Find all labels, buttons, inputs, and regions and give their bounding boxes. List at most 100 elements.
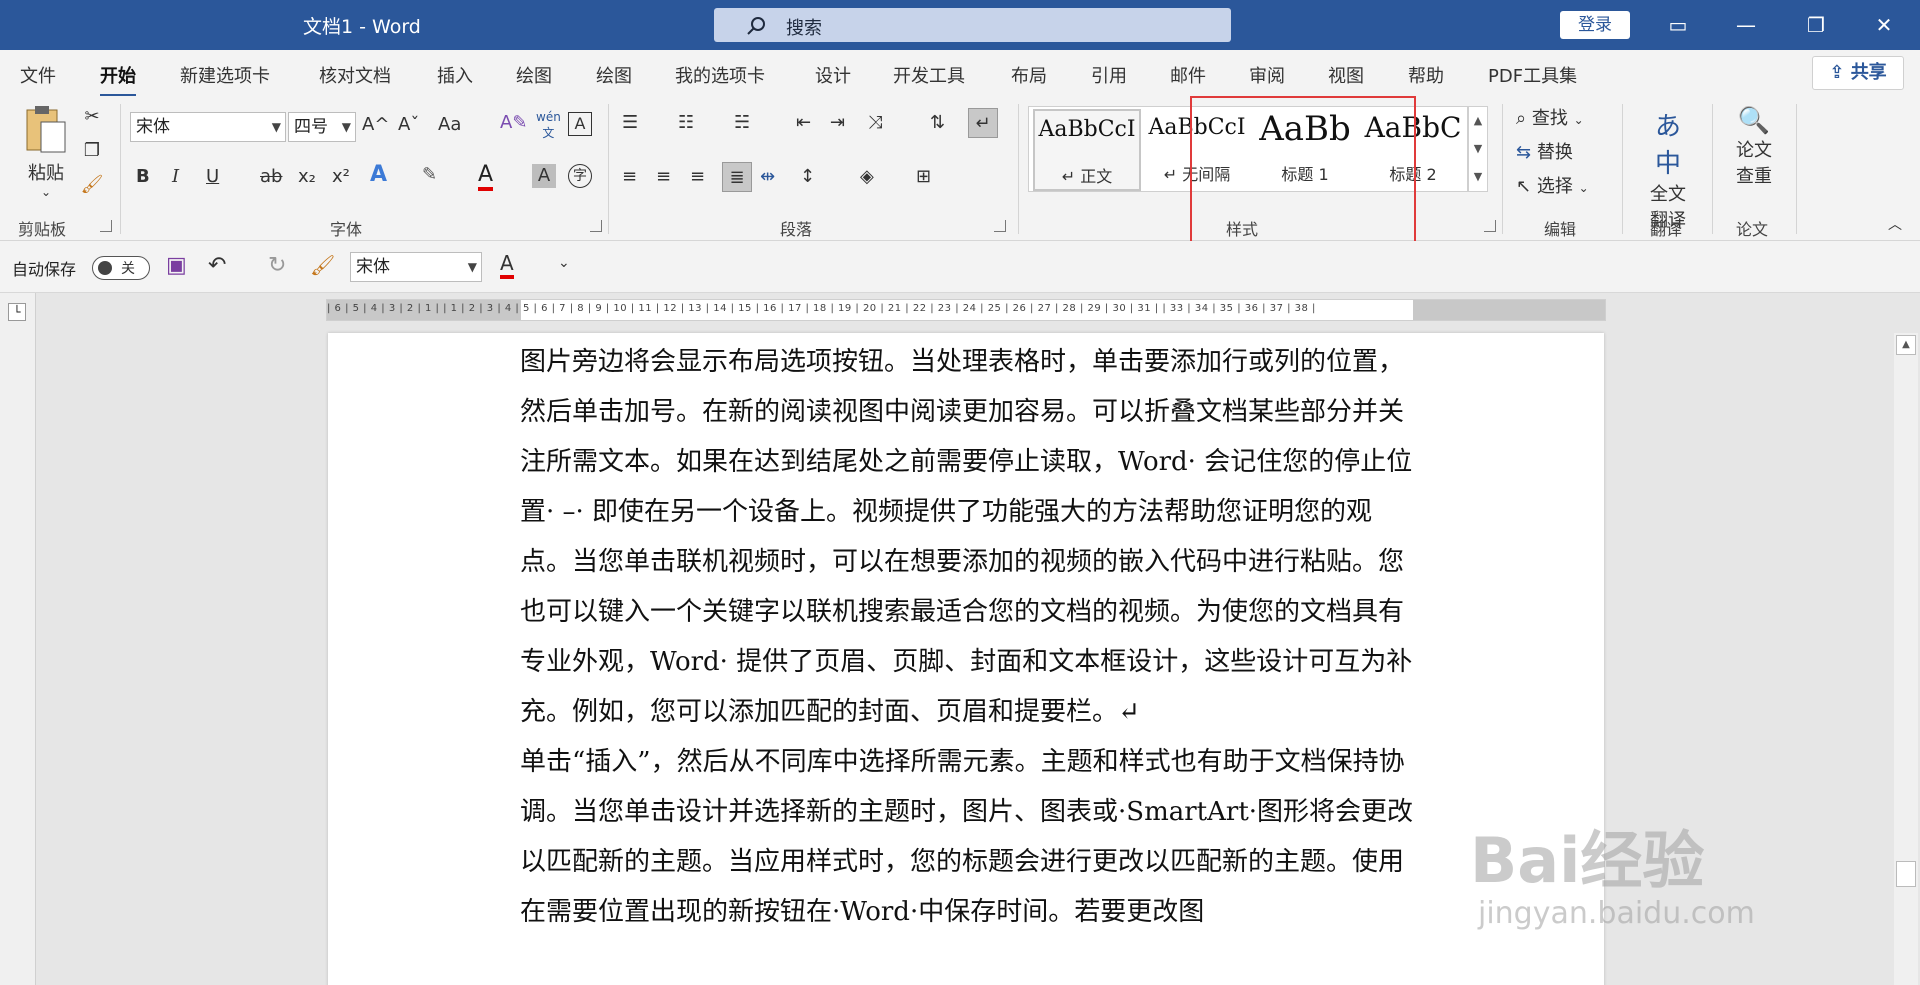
tab-developer[interactable]: 开发工具 bbox=[893, 62, 965, 88]
tab-home[interactable]: 开始 bbox=[100, 62, 136, 97]
shading-icon[interactable]: ◈ bbox=[860, 166, 874, 187]
font-color-icon[interactable]: A bbox=[500, 251, 514, 279]
customize-qat-icon[interactable]: ⌄ bbox=[558, 255, 570, 271]
style-normal[interactable]: AaBbCcI ↵ 正文 bbox=[1033, 109, 1141, 191]
font-name-combo[interactable]: 宋体 ▼ bbox=[130, 112, 286, 142]
find-button[interactable]: ⌕ 查找 ⌄ bbox=[1516, 104, 1584, 130]
copy-icon[interactable]: ❐ bbox=[80, 140, 104, 161]
paragraph-launcher-icon[interactable] bbox=[994, 220, 1006, 232]
numbering-icon[interactable]: ☷ bbox=[678, 112, 694, 133]
shrink-font-button[interactable]: Aˇ bbox=[398, 114, 419, 135]
vertical-ruler: └ bbox=[0, 293, 36, 985]
increase-indent-icon[interactable]: ⇥ bbox=[830, 112, 845, 133]
font-size-combo[interactable]: 四号 ▼ bbox=[288, 112, 356, 142]
paragraph-1[interactable]: 图片旁边将会显示布局选项按钮。当处理表格时，单击要添加行或列的位置，然后单击加号… bbox=[520, 337, 1416, 737]
tab-layout[interactable]: 布局 bbox=[1011, 62, 1047, 88]
subscript-button[interactable]: x₂ bbox=[298, 166, 316, 187]
tab-references[interactable]: 引用 bbox=[1091, 62, 1127, 88]
underline-button[interactable]: U bbox=[206, 166, 219, 187]
title-bar: 文档1 - Word 搜索 登录 ▭ — ❐ ✕ bbox=[0, 0, 1920, 50]
styles-launcher-icon[interactable] bbox=[1484, 220, 1496, 232]
char-border-icon[interactable]: A bbox=[568, 112, 592, 136]
line-spacing-icon[interactable]: ↕ bbox=[800, 166, 815, 187]
justify-icon[interactable]: ≣ bbox=[722, 162, 752, 192]
more-styles-icon[interactable]: ▼ bbox=[1469, 163, 1487, 191]
paste-button[interactable]: 粘贴 ⌄ bbox=[18, 104, 74, 204]
ribbon-display-icon[interactable]: ▭ bbox=[1658, 8, 1698, 42]
qat-font-combo[interactable]: 宋体 ▼ bbox=[350, 252, 482, 282]
char-shading-icon[interactable]: A bbox=[532, 164, 556, 188]
cut-icon[interactable]: ✂ bbox=[80, 106, 104, 127]
collapse-ribbon-icon[interactable]: ︿ bbox=[1888, 214, 1902, 234]
grow-font-button[interactable]: A^ bbox=[362, 114, 389, 135]
tab-check[interactable]: 核对文档 bbox=[319, 62, 391, 88]
chevron-down-icon[interactable]: ▼ bbox=[1469, 135, 1487, 163]
share-button[interactable]: ⇪ 共享 bbox=[1812, 56, 1904, 90]
align-center-icon[interactable]: ≡ bbox=[656, 166, 671, 187]
tab-file[interactable]: 文件 bbox=[20, 62, 56, 88]
tab-design[interactable]: 设计 bbox=[815, 62, 851, 88]
change-case-button[interactable]: Aa bbox=[438, 114, 461, 135]
tab-draw-2[interactable]: 绘图 bbox=[596, 62, 632, 88]
styles-scrollbar[interactable]: ▲ ▼ ▼ bbox=[1468, 106, 1488, 192]
tab-help[interactable]: 帮助 bbox=[1408, 62, 1444, 88]
minimize-icon[interactable]: — bbox=[1726, 8, 1766, 42]
select-button[interactable]: ↖ 选择 ⌄ bbox=[1516, 172, 1589, 198]
align-left-icon[interactable]: ≡ bbox=[622, 166, 637, 187]
chevron-down-icon: ▼ bbox=[341, 120, 351, 134]
borders-icon[interactable]: ⊞ bbox=[916, 166, 931, 187]
paragraph-2[interactable]: 单击“插入”，然后从不同库中选择所需元素。主题和样式也有助于文档保持协调。当您单… bbox=[520, 737, 1416, 937]
login-button[interactable]: 登录 bbox=[1560, 11, 1630, 39]
bullets-icon[interactable]: ☰ bbox=[622, 112, 638, 133]
ribbon: 粘贴 ⌄ ✂ ❐ 🖌 剪贴板 宋体 ▼ 四号 ▼ A^ Aˇ Aa A✎ wén 文 … bbox=[0, 96, 1920, 302]
redo-icon[interactable]: ↻ bbox=[268, 253, 286, 278]
format-painter-icon[interactable]: 🖌 bbox=[310, 253, 335, 277]
chevron-up-icon[interactable]: ▲ bbox=[1469, 107, 1487, 135]
close-icon[interactable]: ✕ bbox=[1864, 8, 1904, 42]
phonetic-guide-button[interactable]: wén 文 bbox=[536, 110, 561, 141]
tab-my-tab[interactable]: 我的选项卡 bbox=[675, 62, 765, 88]
format-painter-icon[interactable]: 🖌 bbox=[80, 174, 104, 195]
autosave-toggle[interactable]: 关 bbox=[92, 256, 150, 280]
tab-mailings[interactable]: 邮件 bbox=[1170, 62, 1206, 88]
restore-icon[interactable]: ❐ bbox=[1796, 8, 1836, 42]
tab-pdf[interactable]: PDF工具集 bbox=[1488, 62, 1577, 88]
save-icon[interactable]: ▣ bbox=[166, 253, 187, 278]
clipboard-launcher-icon[interactable] bbox=[100, 220, 112, 232]
show-marks-icon[interactable]: ↵ bbox=[968, 108, 998, 138]
font-launcher-icon[interactable] bbox=[590, 220, 602, 232]
sort-icon[interactable]: ⇅ bbox=[930, 112, 945, 133]
text-effects-icon[interactable]: A bbox=[370, 162, 387, 187]
tab-selector-icon[interactable]: └ bbox=[8, 303, 26, 321]
tab-insert[interactable]: 插入 bbox=[437, 62, 473, 88]
horizontal-ruler[interactable]: | 6 | 5 | 4 | 3 | 2 | 1 | | 1 | 2 | 3 | … bbox=[326, 299, 1606, 321]
document-page[interactable]: 图片旁边将会显示布局选项按钮。当处理表格时，单击要添加行或列的位置，然后单击加号… bbox=[328, 333, 1604, 985]
tab-draw-1[interactable]: 绘图 bbox=[516, 62, 552, 88]
scroll-thumb[interactable] bbox=[1896, 861, 1916, 887]
full-translate-button[interactable]: あ中 全文 翻译 bbox=[1644, 106, 1692, 232]
bold-button[interactable]: B bbox=[136, 166, 150, 187]
replace-button[interactable]: ⇆ 替换 bbox=[1516, 138, 1573, 164]
tab-view[interactable]: 视图 bbox=[1328, 62, 1364, 88]
undo-icon[interactable]: ↶ bbox=[208, 253, 226, 278]
group-paper-label: 论文 bbox=[1736, 220, 1769, 239]
font-color-icon[interactable]: A bbox=[478, 162, 494, 191]
align-right-icon[interactable]: ≡ bbox=[690, 166, 705, 187]
chinese-layout-icon[interactable]: ⤨ bbox=[868, 112, 882, 133]
distributed-icon[interactable]: ⇹ bbox=[760, 166, 775, 187]
decrease-indent-icon[interactable]: ⇤ bbox=[796, 112, 811, 133]
clear-format-icon[interactable]: A✎ bbox=[500, 112, 527, 133]
superscript-button[interactable]: x² bbox=[332, 166, 350, 187]
paper-check-button[interactable]: 🔍 论文 查重 bbox=[1730, 106, 1778, 188]
scroll-up-icon[interactable]: ▲ bbox=[1896, 335, 1916, 355]
document-text[interactable]: 图片旁边将会显示布局选项按钮。当处理表格时，单击要添加行或列的位置，然后单击加号… bbox=[520, 337, 1416, 937]
tab-new[interactable]: 新建选项卡 bbox=[180, 62, 270, 88]
strikethrough-button[interactable]: ab bbox=[260, 166, 282, 187]
tab-review[interactable]: 审阅 bbox=[1249, 62, 1285, 88]
multilevel-list-icon[interactable]: ☵ bbox=[734, 112, 750, 133]
vertical-scrollbar[interactable]: ▲ bbox=[1894, 333, 1918, 985]
search-box[interactable]: 搜索 bbox=[714, 8, 1231, 42]
italic-button[interactable]: I bbox=[172, 166, 179, 187]
highlight-icon[interactable]: ✎ bbox=[422, 164, 437, 185]
enclose-char-icon[interactable]: 字 bbox=[568, 164, 592, 188]
